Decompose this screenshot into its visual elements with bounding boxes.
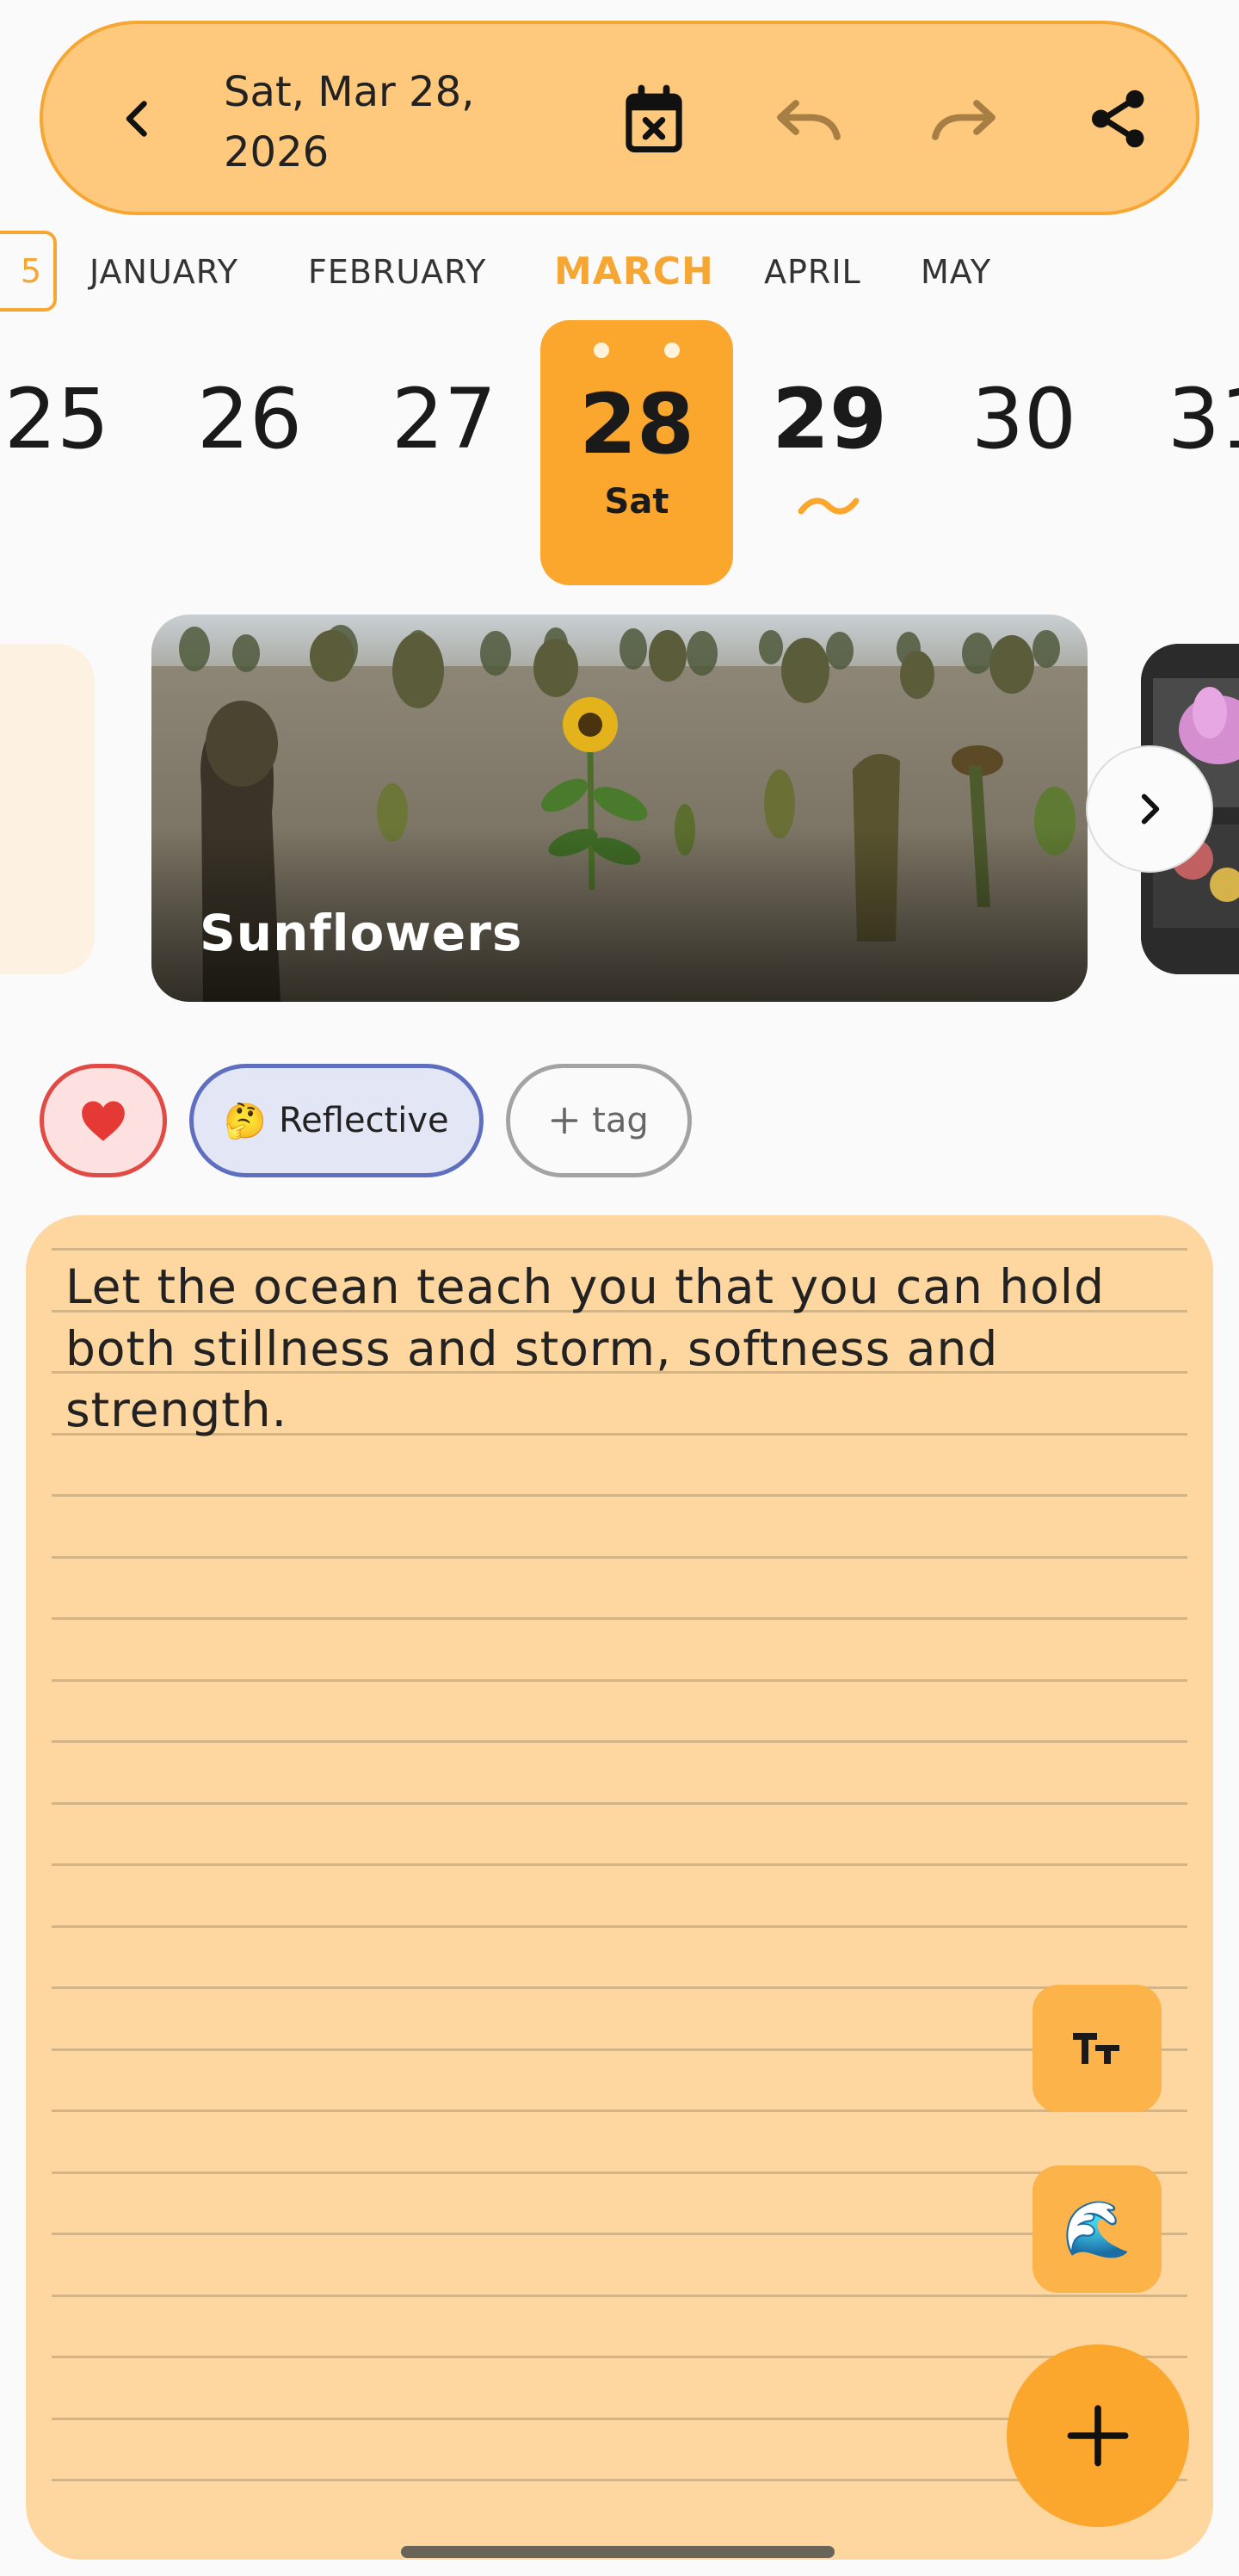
redo-button[interactable] — [921, 76, 1007, 162]
ruled-line — [52, 1248, 1187, 1251]
favorite-toggle[interactable] — [40, 1064, 167, 1177]
month-chip-previous[interactable]: 5 — [0, 231, 57, 312]
heart-icon — [82, 1101, 125, 1141]
note-paper: Let the ocean teach you that you can hol… — [26, 1215, 1213, 2560]
plus-icon — [1067, 2405, 1129, 2467]
undo-icon — [777, 100, 841, 140]
month-march[interactable]: MARCH — [554, 250, 714, 293]
ruled-line — [52, 1863, 1187, 1866]
ruled-line — [52, 2294, 1187, 2297]
month-april[interactable]: APRIL — [764, 253, 861, 291]
ruled-line — [52, 1924, 1187, 1928]
mood-chip[interactable]: 🤔 Reflective — [189, 1064, 484, 1177]
home-indicator[interactable] — [401, 2546, 835, 2558]
ruled-line — [52, 1555, 1187, 1559]
text-style-button[interactable] — [1032, 1985, 1162, 2112]
day-item[interactable]: 26 — [163, 372, 336, 466]
ruled-line — [52, 2048, 1187, 2051]
top-toolbar: Sat, Mar 28, 2026 — [40, 21, 1199, 215]
day-item-selected[interactable]: 28 Sat — [540, 320, 733, 585]
binder-dot — [594, 343, 609, 358]
plus-icon — [551, 1107, 578, 1134]
back-button[interactable] — [95, 76, 181, 162]
share-icon — [1091, 90, 1144, 148]
selected-day-number: 28 — [579, 376, 694, 473]
day-selector: 25 26 27 28 Sat 29 30 31 — [0, 320, 1239, 587]
mood-label: Reflective — [279, 1101, 449, 1140]
entry-date[interactable]: Sat, Mar 28, 2026 — [224, 62, 585, 182]
clear-date-button[interactable] — [611, 76, 697, 162]
ruled-line — [52, 2356, 1187, 2358]
ruled-line — [52, 1617, 1187, 1620]
carousel-card-title: Sunflowers — [200, 904, 523, 962]
day-item[interactable]: 31 — [1134, 372, 1239, 466]
month-january[interactable]: JANUARY — [89, 253, 238, 291]
theme-button[interactable]: 🌊 — [1032, 2165, 1162, 2293]
binder-dot — [664, 343, 680, 358]
carousel-card-sunflowers[interactable]: Sunflowers — [151, 615, 1088, 1002]
chevron-right-icon — [1141, 794, 1160, 825]
carousel-next-button[interactable] — [1086, 745, 1213, 873]
day-item[interactable]: 25 — [0, 372, 143, 466]
ruled-line — [52, 1740, 1187, 1743]
has-entry-wave-icon — [798, 497, 860, 515]
back-arrow-icon — [126, 101, 147, 137]
thinking-face-icon: 🤔 — [224, 1101, 268, 1141]
selected-day-weekday: Sat — [604, 482, 669, 522]
day-item[interactable]: 27 — [358, 372, 530, 466]
ruled-line — [52, 1801, 1187, 1805]
month-selector: 5 JANUARY FEBRUARY MARCH APRIL MAY — [0, 231, 1239, 312]
add-tag-button[interactable]: tag — [506, 1064, 692, 1177]
ruled-line — [52, 2110, 1187, 2112]
month-may[interactable]: MAY — [921, 253, 991, 291]
day-item[interactable]: 30 — [938, 372, 1110, 466]
share-button[interactable] — [1076, 76, 1162, 162]
redo-icon — [932, 100, 996, 140]
calendar-remove-icon — [626, 84, 682, 153]
ruled-line — [52, 1678, 1187, 1682]
ruled-line — [52, 1494, 1187, 1497]
carousel-card-previous[interactable] — [0, 644, 95, 974]
ruled-line — [52, 1986, 1187, 1989]
text-size-icon — [1073, 2033, 1119, 2064]
note-text-editor[interactable]: Let the ocean teach you that you can hol… — [65, 1257, 1175, 1442]
ruled-line — [52, 2233, 1187, 2235]
month-february[interactable]: FEBRUARY — [308, 253, 486, 291]
add-button[interactable] — [1007, 2344, 1189, 2527]
ruled-line — [52, 2171, 1187, 2174]
day-item[interactable]: 29 — [743, 372, 915, 466]
wave-icon: 🌊 — [1063, 2197, 1131, 2262]
undo-button[interactable] — [766, 76, 852, 162]
add-tag-label: tag — [592, 1101, 649, 1140]
